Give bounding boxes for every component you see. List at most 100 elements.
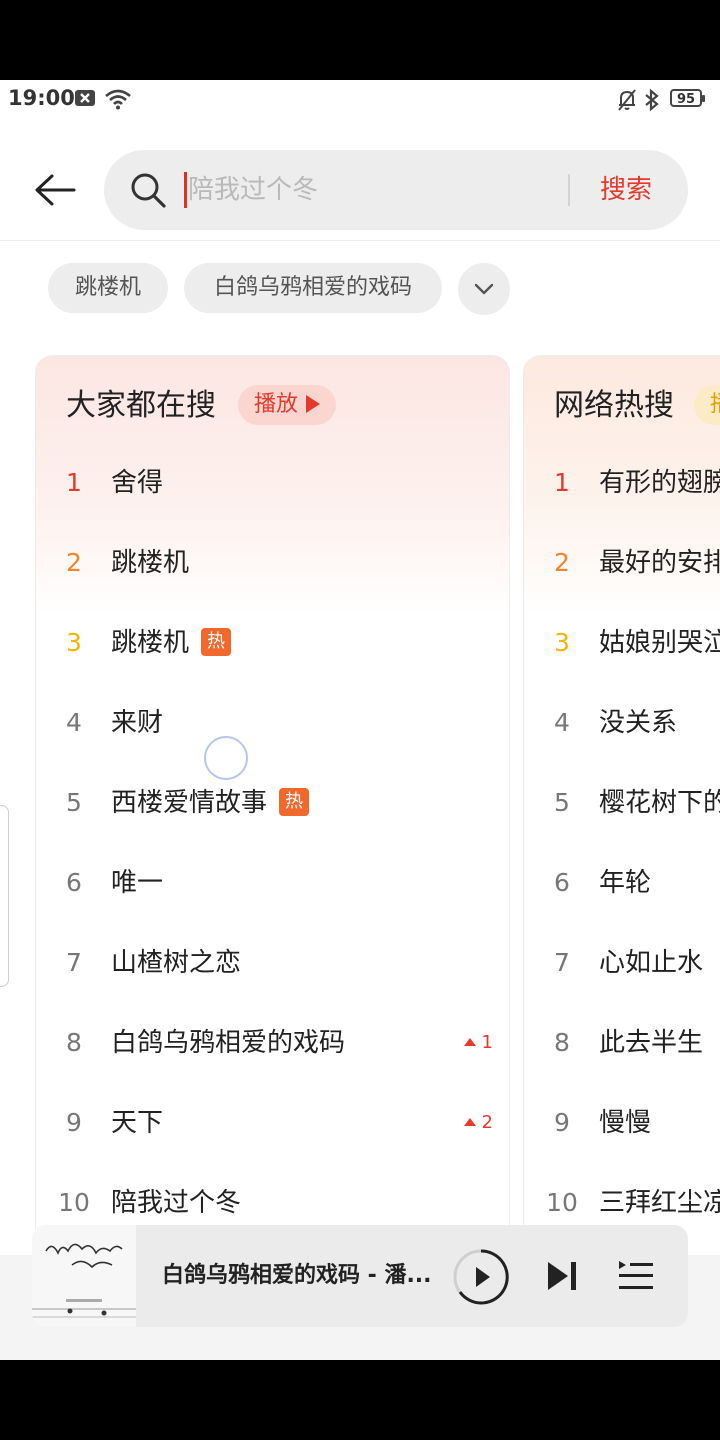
rank-number: 6 <box>66 868 82 897</box>
song-name: 西楼爱情故事热 <box>111 773 310 833</box>
playlist-icon <box>619 1261 653 1289</box>
list-item[interactable]: 2 跳楼机 <box>36 533 509 593</box>
search-icon <box>131 173 166 208</box>
song-name: 年轮 <box>599 868 652 898</box>
song-name-text: 西楼爱情故事 <box>111 788 268 818</box>
rank-number: 9 <box>554 1108 570 1137</box>
list-item[interactable]: 8 白鸽乌鸦相爱的戏码 1 <box>36 1013 509 1073</box>
list-item[interactable]: 4 没关系 <box>524 693 720 753</box>
song-name: 跳楼机热 <box>111 613 232 673</box>
list-item[interactable]: 8 此去半生 <box>524 1013 720 1073</box>
rank-number: 2 <box>66 548 82 577</box>
play-all-button[interactable]: 播 <box>694 385 720 425</box>
list-item[interactable]: 4 来财 <box>36 693 509 753</box>
list-item[interactable]: 7 山楂树之恋 <box>36 933 509 993</box>
trending-card-network: 网络热搜 播 1有形的翅膀 2最好的安排 3姑娘别哭泣 4没关系 5樱花树下的 … <box>523 355 720 1257</box>
card-title: 网络热搜 <box>554 388 674 423</box>
trend-up-icon <box>463 1038 476 1046</box>
rank-number: 5 <box>66 788 82 817</box>
song-name: 跳楼机 <box>111 548 190 578</box>
list-item[interactable]: 7 心如止水 <box>524 933 720 993</box>
rank-number: 1 <box>66 468 82 497</box>
rank-number: 6 <box>554 868 570 897</box>
now-playing-title: 白鸽乌鸦相爱的戏码 - 潘... <box>162 1263 432 1288</box>
song-name: 陪我过个冬 <box>111 1188 242 1218</box>
song-name: 三拜红尘凉 <box>599 1188 720 1218</box>
list-item[interactable]: 6 唯一 <box>36 853 509 913</box>
wifi-icon <box>104 88 132 116</box>
rank-number: 7 <box>66 948 82 977</box>
trend-up-icon <box>463 1118 476 1126</box>
rank-change: 2 <box>463 1093 493 1153</box>
rank-number: 8 <box>554 1028 570 1057</box>
rank-number: 3 <box>66 628 82 657</box>
touch-indicator <box>204 736 248 780</box>
rank-number: 3 <box>554 628 570 657</box>
hot-badge: 热 <box>201 628 232 656</box>
song-name: 天下 <box>111 1108 164 1138</box>
list-item[interactable]: 5 西楼爱情故事热 <box>36 773 509 833</box>
song-name: 最好的安排 <box>599 548 720 578</box>
play-all-label: 播放 <box>254 392 299 417</box>
list-item[interactable]: 10 三拜红尘凉 <box>524 1173 720 1233</box>
mini-player[interactable]: 白鸽乌鸦相爱的戏码 - 潘... <box>32 1225 688 1327</box>
chevron-down-icon <box>474 283 494 295</box>
rank-number: 4 <box>554 708 570 737</box>
search-input[interactable]: 陪我过个冬 <box>188 170 318 210</box>
expand-history-button[interactable] <box>458 263 510 315</box>
list-item[interactable]: 1 舍得 <box>36 453 509 513</box>
hot-badge: 热 <box>279 788 310 816</box>
search-bar[interactable]: 陪我过个冬 搜索 <box>104 150 688 230</box>
song-name-text: 跳楼机 <box>111 628 190 658</box>
play-all-button[interactable]: 播放 <box>238 385 337 425</box>
list-item[interactable]: 1 有形的翅膀 <box>524 453 720 513</box>
rank-number: 10 <box>58 1188 90 1217</box>
card-title: 大家都在搜 <box>66 388 216 423</box>
song-name: 樱花树下的 <box>599 788 720 818</box>
song-name: 心如止水 <box>599 948 704 978</box>
song-name: 有形的翅膀 <box>599 468 720 498</box>
play-pause-button[interactable] <box>452 1248 510 1310</box>
song-name: 唯一 <box>111 868 164 898</box>
status-time: 19:00 <box>8 86 75 110</box>
play-icon <box>306 395 321 413</box>
list-item[interactable]: 3 姑娘别哭泣 <box>524 613 720 673</box>
text-cursor <box>184 172 187 208</box>
album-cover[interactable] <box>32 1225 136 1327</box>
history-chip[interactable]: 白鸽乌鸦相爱的戏码 <box>184 263 442 313</box>
rank-number: 2 <box>554 548 570 577</box>
rank-number: 5 <box>554 788 570 817</box>
bluetooth-icon <box>644 88 660 118</box>
song-name: 白鸽乌鸦相爱的戏码 <box>111 1028 346 1058</box>
search-button[interactable]: 搜索 <box>600 170 652 210</box>
song-name: 没关系 <box>599 708 678 738</box>
list-item[interactable]: 9 慢慢 <box>524 1093 720 1153</box>
next-track-button[interactable] <box>544 1259 580 1297</box>
status-bar: 19:00 95 <box>0 80 720 120</box>
rank-number: 8 <box>66 1028 82 1057</box>
song-name: 此去半生 <box>599 1028 704 1058</box>
list-item[interactable]: 2 最好的安排 <box>524 533 720 593</box>
app-screen: 19:00 95 陪我过个冬 搜索 跳楼机 白鸽乌鸦相爱的戏码 大家都在搜 播放 <box>0 80 720 1360</box>
side-drawer-handle[interactable] <box>0 805 9 987</box>
back-button[interactable] <box>32 168 80 216</box>
list-item[interactable]: 5 樱花树下的 <box>524 773 720 833</box>
rank-number: 4 <box>66 708 82 737</box>
play-progress-icon <box>453 1249 509 1305</box>
header-divider <box>0 240 720 241</box>
list-item[interactable]: 3 跳楼机热 <box>36 613 509 673</box>
rank-change: 1 <box>463 1013 493 1073</box>
rank-change-value: 2 <box>481 1112 493 1133</box>
play-all-label: 播 <box>710 392 720 417</box>
back-arrow-icon <box>35 174 76 206</box>
skip-next-icon <box>548 1262 576 1290</box>
list-item[interactable]: 10 陪我过个冬 <box>36 1173 509 1233</box>
song-name: 姑娘别哭泣 <box>599 628 720 658</box>
rank-number: 7 <box>554 948 570 977</box>
list-item[interactable]: 6 年轮 <box>524 853 720 913</box>
album-art-image <box>32 1225 136 1327</box>
history-chip[interactable]: 跳楼机 <box>48 263 168 313</box>
list-item[interactable]: 9 天下 2 <box>36 1093 509 1153</box>
playlist-button[interactable] <box>616 1259 656 1297</box>
battery-indicator: 95 <box>670 89 705 107</box>
